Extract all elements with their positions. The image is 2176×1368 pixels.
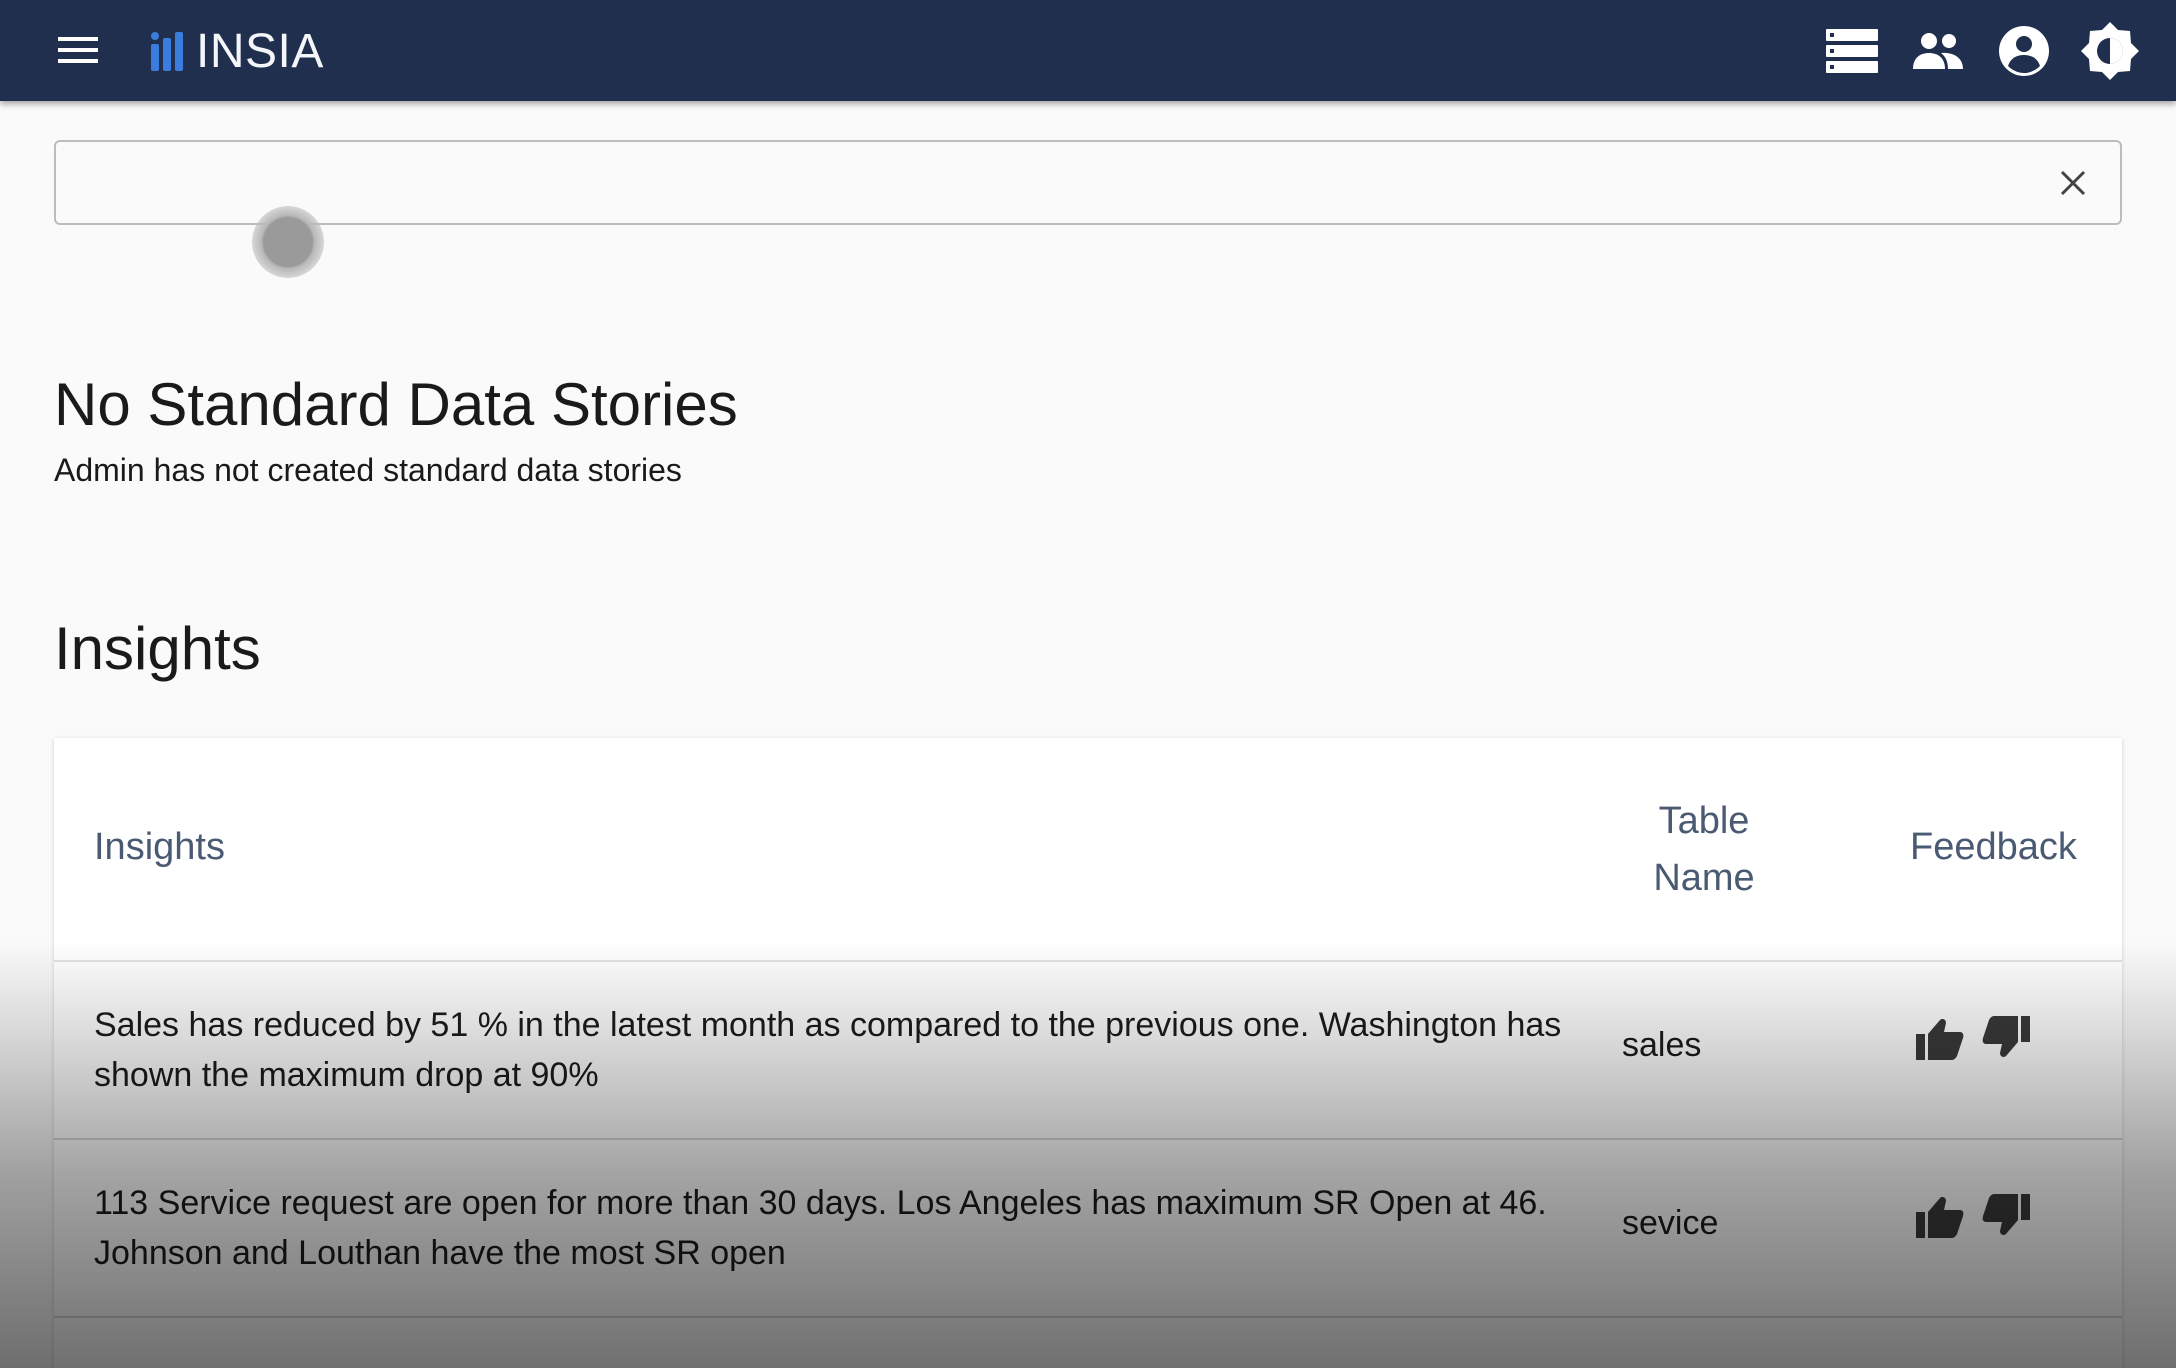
account-button[interactable] bbox=[1992, 19, 2056, 83]
top-app-bar: INSIA bbox=[0, 0, 2176, 101]
column-header-table-name[interactable]: Table Name bbox=[1604, 793, 1804, 907]
list-icon bbox=[1826, 29, 1878, 73]
search-box bbox=[54, 140, 2122, 225]
menu-button[interactable] bbox=[50, 27, 106, 73]
insight-cell: Sales has reduced by 51 % in the latest … bbox=[94, 1006, 1562, 1094]
thumb-down-button[interactable] bbox=[1980, 1190, 2032, 1242]
app-logo[interactable]: INSIA bbox=[146, 16, 324, 86]
table-name-cell: sevice bbox=[1622, 1204, 1719, 1242]
column-header-table-name-line2: Name bbox=[1653, 857, 1755, 899]
close-icon bbox=[2060, 170, 2086, 196]
brightness-icon bbox=[2081, 22, 2139, 80]
standard-stories-title: No Standard Data Stories bbox=[54, 371, 738, 438]
thumb-down-icon bbox=[1982, 1194, 2030, 1235]
table-row[interactable]: Sales has reduced by 51 % in the latest … bbox=[54, 962, 2122, 1140]
insights-heading: Insights bbox=[54, 615, 261, 682]
thumb-down-button[interactable] bbox=[1980, 1012, 2032, 1064]
table-name-cell: sales bbox=[1622, 1026, 1702, 1064]
thumb-up-icon bbox=[1916, 1197, 1964, 1238]
app-name: INSIA bbox=[196, 24, 324, 78]
theme-toggle-button[interactable] bbox=[2078, 19, 2142, 83]
column-header-table-name-line1: Table bbox=[1658, 800, 1750, 842]
clear-search-button[interactable] bbox=[2048, 158, 2098, 208]
users-button[interactable] bbox=[1906, 19, 1970, 83]
column-header-feedback: Feedback bbox=[1910, 826, 2077, 868]
table-header: Insights Table Name Feedback bbox=[54, 738, 2122, 962]
thumb-down-icon bbox=[1982, 1016, 2030, 1057]
thumb-up-button[interactable] bbox=[1914, 1190, 1966, 1242]
mouse-cursor-indicator bbox=[252, 206, 324, 278]
thumb-up-icon bbox=[1916, 1019, 1964, 1060]
menu-icon bbox=[58, 37, 98, 63]
account-circle-icon bbox=[1999, 26, 2049, 76]
insights-table: Insights Table Name Feedback Sales has r… bbox=[54, 738, 2122, 1368]
insight-cell: 113 Service request are open for more th… bbox=[94, 1184, 1547, 1272]
data-list-button[interactable] bbox=[1820, 19, 1884, 83]
search-input[interactable] bbox=[74, 142, 2054, 223]
people-icon bbox=[1913, 33, 1963, 69]
thumb-up-button[interactable] bbox=[1914, 1012, 1966, 1064]
table-row[interactable] bbox=[54, 1318, 2122, 1368]
table-row[interactable]: 113 Service request are open for more th… bbox=[54, 1140, 2122, 1318]
bar-chart-logo-icon bbox=[151, 32, 183, 71]
standard-stories-subtitle: Admin has not created standard data stor… bbox=[54, 452, 682, 488]
feedback-cell bbox=[1914, 1012, 2032, 1064]
feedback-cell bbox=[1914, 1190, 2032, 1242]
column-header-insights[interactable]: Insights bbox=[94, 826, 225, 869]
top-actions bbox=[1820, 16, 2142, 86]
